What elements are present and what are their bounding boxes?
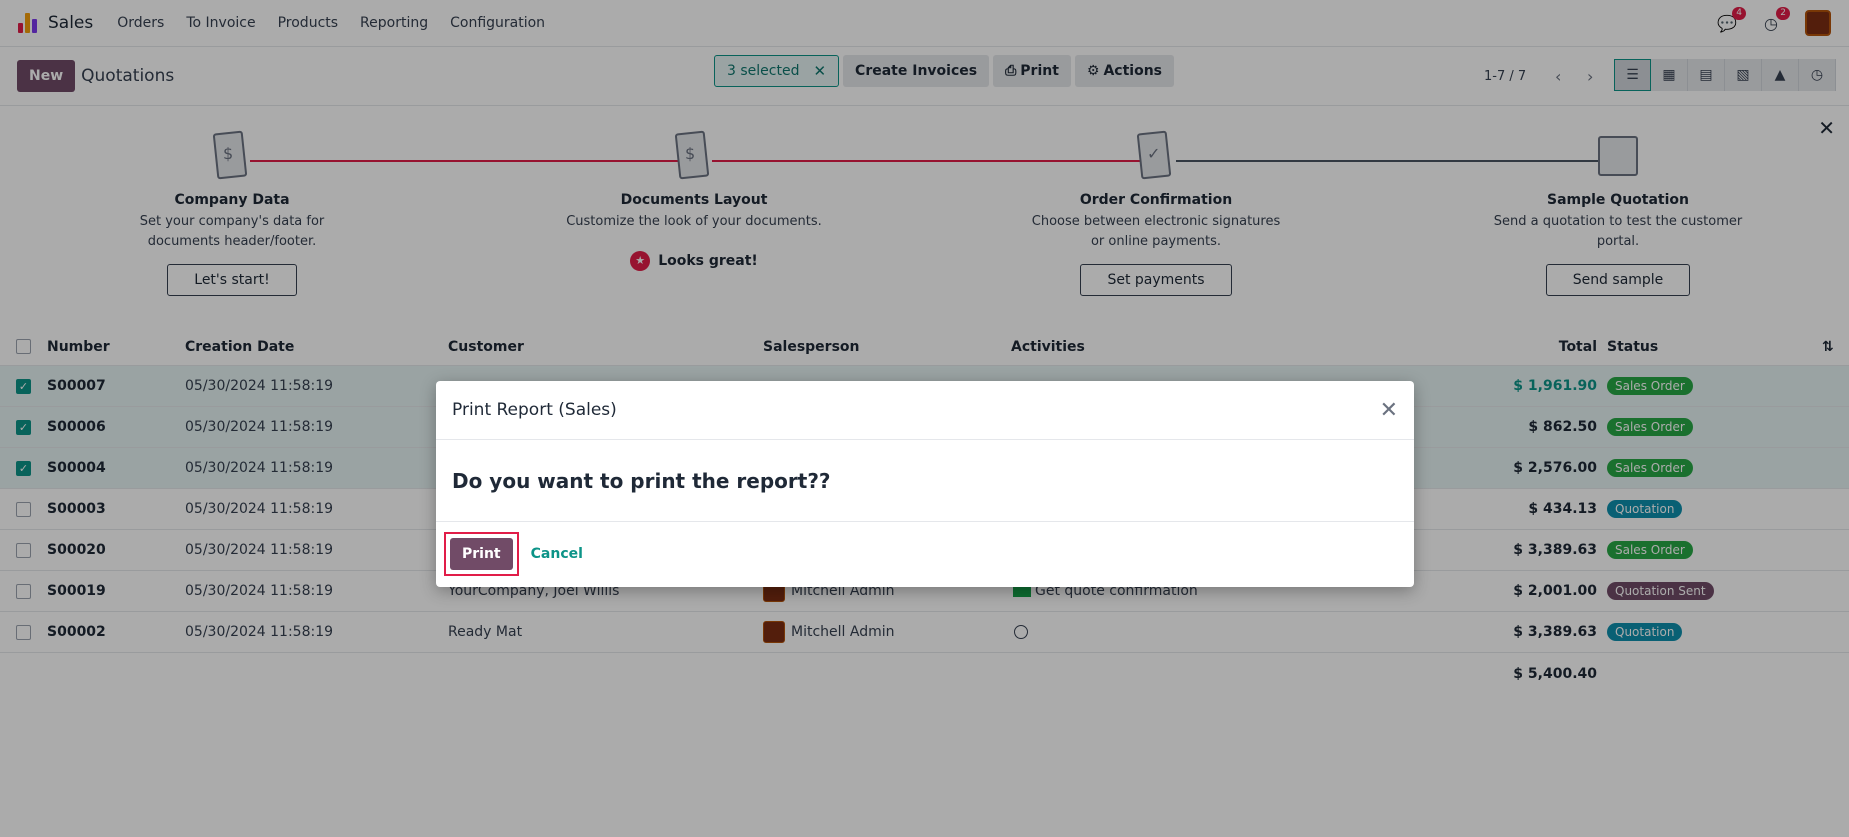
close-icon[interactable]: ✕ bbox=[1380, 398, 1398, 423]
dialog-title: Print Report (Sales) bbox=[452, 400, 617, 420]
dialog-body: Do you want to print the report?? bbox=[436, 440, 1414, 522]
print-button[interactable]: Print bbox=[450, 538, 513, 570]
dialog-question: Do you want to print the report?? bbox=[452, 468, 831, 493]
dialog-footer: Print Cancel bbox=[436, 522, 1414, 586]
dialog-header: Print Report (Sales) ✕ bbox=[436, 381, 1414, 440]
cancel-button[interactable]: Cancel bbox=[527, 546, 587, 562]
print-button-highlight: Print bbox=[444, 532, 519, 576]
print-report-dialog: Print Report (Sales) ✕ Do you want to pr… bbox=[436, 381, 1414, 587]
